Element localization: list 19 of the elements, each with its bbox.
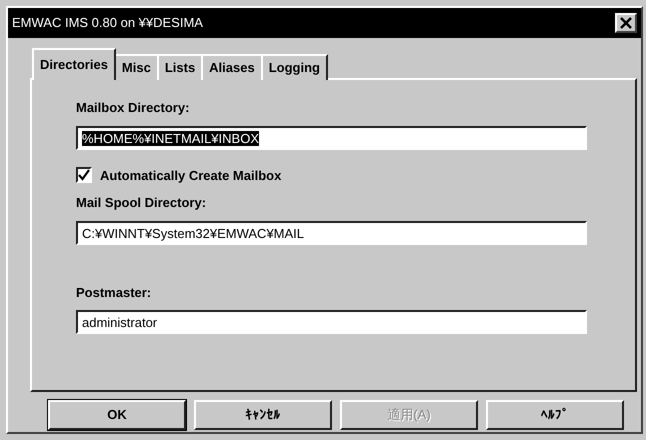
text-field[interactable]: C:¥WINNT¥System32¥EMWAC¥MAIL <box>76 220 587 244</box>
field-label: Mailbox Directory: <box>76 99 190 117</box>
tab[interactable]: Logging <box>260 54 328 80</box>
checkbox[interactable] <box>76 167 92 184</box>
text-field[interactable]: %HOME%¥INETMAIL¥INBOX <box>76 126 587 150</box>
dialog-button[interactable]: ｷｬﾝｾﾙ <box>194 400 332 430</box>
text-field[interactable]: administrator <box>76 310 587 334</box>
field-label: Postmaster: <box>76 284 152 302</box>
checkbox-label: Automatically Create Mailbox <box>100 166 282 185</box>
window-title: EMWAC IMS 0.80 on ¥¥DESIMA <box>12 14 203 32</box>
close-icon <box>620 17 632 29</box>
dialog-button[interactable]: ﾍﾙﾌﾟ <box>486 400 624 430</box>
tab[interactable]: Lists <box>156 54 204 80</box>
close-button[interactable] <box>615 13 637 33</box>
tab[interactable]: Directories <box>32 48 116 80</box>
tab[interactable]: Aliases <box>201 54 263 80</box>
dialog-button[interactable]: OK <box>48 400 186 430</box>
tab[interactable]: Misc <box>114 54 159 80</box>
field-label: Mail Spool Directory: <box>76 194 206 212</box>
